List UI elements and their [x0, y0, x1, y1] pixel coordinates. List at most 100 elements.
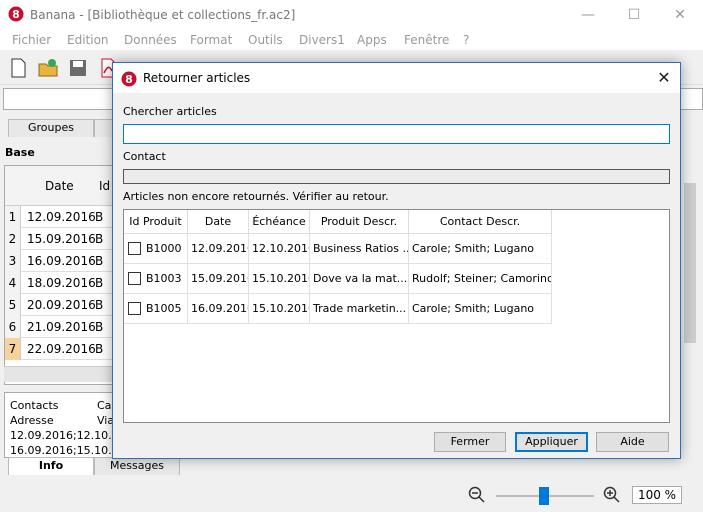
table-row[interactable]: B1000	[124, 234, 188, 264]
cell-id: B1003	[146, 272, 182, 285]
cell-due: 15.10.2016	[249, 264, 310, 294]
menu-help[interactable]: ?	[463, 33, 469, 47]
menu-divers1[interactable]: Divers1	[299, 33, 345, 47]
row-id: B	[95, 320, 104, 334]
cell-date: 12.09.2016	[188, 234, 249, 264]
row-id: B	[95, 210, 104, 224]
row-number: 6	[5, 316, 21, 338]
svg-text:8: 8	[12, 8, 20, 21]
menu-outils[interactable]: Outils	[248, 33, 283, 47]
horizontal-scrollbar[interactable]	[4, 366, 114, 382]
column-header-id-produit[interactable]: Id Produit	[124, 210, 188, 234]
cell-id: B1000	[146, 242, 182, 255]
table-row[interactable]: 1 12.09.2016 B	[5, 206, 113, 228]
row-date: 20.09.2016	[27, 298, 96, 312]
view-label: Base	[5, 146, 35, 159]
contact-label: Contact	[123, 150, 166, 163]
menu-edition[interactable]: Edition	[67, 33, 109, 47]
return-checkbox[interactable]	[128, 302, 141, 315]
menu-apps[interactable]: Apps	[357, 33, 387, 47]
info-label-address: Adresse	[10, 414, 54, 427]
column-header-echeance[interactable]: Échéance	[249, 210, 310, 234]
cell-product: Dove va la mat...	[310, 264, 409, 294]
main-table: Date Id 1 12.09.2016 B 2 15.09.2016 B 3 16.09…	[4, 165, 114, 385]
menu-format[interactable]: Format	[190, 33, 232, 47]
zoom-out-icon[interactable]	[468, 486, 486, 504]
menu-fenetre[interactable]: Fenêtre	[404, 33, 449, 47]
new-file-icon[interactable]	[7, 57, 29, 79]
table-row[interactable]: 2 15.09.2016 B	[5, 228, 113, 250]
info-tabs: Info Messages	[8, 457, 188, 475]
row-date: 18.09.2016	[27, 276, 96, 290]
tab-groupes[interactable]: Groupes	[8, 119, 94, 137]
row-date: 22.09.2016	[27, 342, 96, 356]
dialog-close-button[interactable]: ✕	[653, 67, 675, 89]
apply-button[interactable]: Appliquer	[515, 432, 588, 452]
svg-text:8: 8	[125, 73, 133, 86]
column-header-date[interactable]: Date	[188, 210, 249, 234]
row-number: 1	[5, 206, 21, 228]
row-id: B	[95, 254, 104, 268]
maximize-button[interactable]: ☐	[611, 0, 657, 30]
return-checkbox[interactable]	[128, 242, 141, 255]
close-button[interactable]: Fermer	[434, 432, 506, 452]
row-number: 5	[5, 294, 21, 316]
table-row[interactable]: 4 18.09.2016 B	[5, 272, 113, 294]
row-id: B	[95, 232, 104, 246]
save-icon[interactable]	[67, 57, 89, 79]
tab-messages[interactable]: Messages	[94, 457, 180, 475]
row-number: 7	[5, 338, 21, 360]
menu-donnees[interactable]: Données	[124, 33, 177, 47]
minimize-button[interactable]: —	[565, 0, 611, 30]
info-panel: Contacts Ca Adresse Via 12.09.2016;12.10…	[4, 392, 114, 458]
cell-contact: Rudolf; Steiner; Camorino	[409, 264, 552, 294]
row-date: 16.09.2016	[27, 254, 96, 268]
info-line-dates-2: 16.09.2016;15.10.20	[10, 444, 113, 457]
dialog-title: Retourner articles	[143, 71, 251, 85]
column-header-contact-descr[interactable]: Contact Descr.	[409, 210, 552, 234]
table-row[interactable]: 3 16.09.2016 B	[5, 250, 113, 272]
column-header-date[interactable]: Date	[45, 179, 74, 193]
list-label: Articles non encore retournés. Vérifier …	[123, 190, 389, 203]
contact-field[interactable]	[123, 169, 670, 184]
cell-product: Trade marketin...	[310, 294, 409, 324]
tab-next[interactable]	[94, 119, 114, 137]
table-header: Date Id	[5, 166, 113, 206]
row-date: 15.09.2016	[27, 232, 96, 246]
close-window-button[interactable]: ✕	[657, 0, 703, 30]
open-folder-icon[interactable]	[37, 57, 59, 79]
table-row-selected[interactable]: 7 22.09.2016 B	[5, 338, 113, 360]
row-number: 4	[5, 272, 21, 294]
table-row[interactable]: B1005	[124, 294, 188, 324]
info-value-contacts: Ca	[97, 399, 112, 412]
row-date: 21.09.2016	[27, 320, 96, 334]
articles-table: Id Produit Date Échéance Produit Descr. …	[123, 209, 670, 423]
cell-contact: Carole; Smith; Lugano	[409, 294, 552, 324]
search-input[interactable]	[123, 124, 670, 144]
tab-info[interactable]: Info	[8, 457, 94, 475]
help-button[interactable]: Aide	[596, 432, 669, 452]
column-header-id[interactable]: Id	[99, 179, 110, 193]
cell-date: 15.09.2016	[188, 264, 249, 294]
cell-product: Business Ratios ...	[310, 234, 409, 264]
zoom-level[interactable]: 100 %	[632, 486, 682, 504]
row-id: B	[95, 342, 104, 356]
zoom-slider-handle[interactable]	[539, 487, 549, 505]
scrollbar-thumb[interactable]	[684, 183, 696, 343]
banana-logo-icon: 8	[121, 71, 137, 87]
row-id: B	[95, 276, 104, 290]
cell-contact: Carole; Smith; Lugano	[409, 234, 552, 264]
status-bar	[0, 478, 703, 512]
row-number: 3	[5, 250, 21, 272]
table-row[interactable]: 5 20.09.2016 B	[5, 294, 113, 316]
menu-fichier[interactable]: Fichier	[12, 33, 51, 47]
table-row[interactable]: 6 21.09.2016 B	[5, 316, 113, 338]
info-line-dates-1: 12.09.2016;12.10.20	[10, 429, 113, 442]
zoom-in-icon[interactable]	[603, 486, 621, 504]
table-row[interactable]: B1003	[124, 264, 188, 294]
main-titlebar: 8 Banana - [Bibliothèque et collections_…	[0, 0, 703, 30]
info-label-contacts: Contacts	[10, 399, 59, 412]
return-checkbox[interactable]	[128, 272, 141, 285]
vertical-scrollbar[interactable]	[681, 165, 699, 365]
column-header-produit-descr[interactable]: Produit Descr.	[310, 210, 409, 234]
